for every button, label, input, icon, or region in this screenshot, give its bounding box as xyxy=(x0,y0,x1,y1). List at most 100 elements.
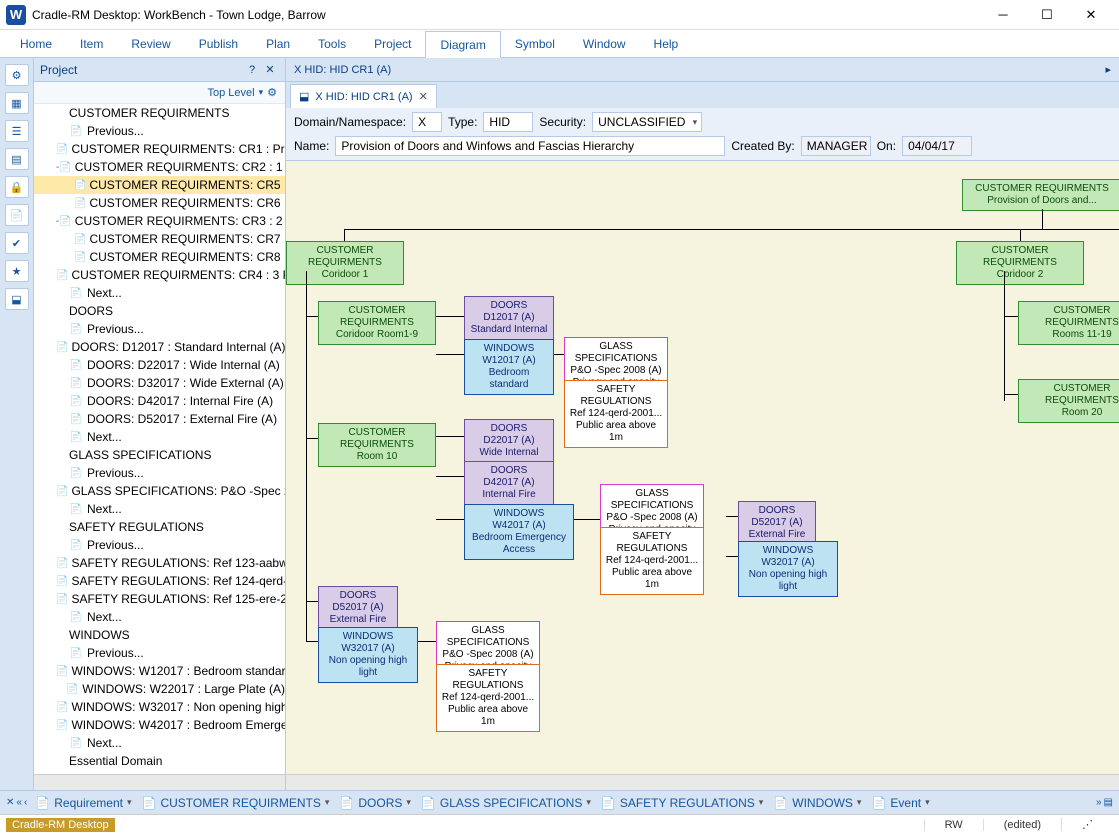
security-select[interactable]: UNCLASSIFIED xyxy=(592,112,702,132)
tree-h-scrollbar[interactable] xyxy=(34,774,285,790)
footer-pill-requirement[interactable]: 📄Requirement▾ xyxy=(35,796,131,810)
footer-pill-doors[interactable]: 📄DOORS▾ xyxy=(339,796,411,810)
footer-pill-event[interactable]: 📄Event▾ xyxy=(871,796,929,810)
tree-item[interactable]: 📄DOORS: D12017 : Standard Internal (A) xyxy=(34,338,285,356)
tree-item[interactable]: 📄Next... xyxy=(34,608,285,626)
tree-item[interactable]: 📄DOORS: D22017 : Wide Internal (A) xyxy=(34,356,285,374)
diagram-node[interactable]: SAFETY REGULATIONSRef 124-qerd-2001...Pu… xyxy=(600,527,704,595)
tree-item[interactable]: 📄Next... xyxy=(34,428,285,446)
tree-category[interactable]: WINDOWS xyxy=(34,626,285,644)
tree-item[interactable]: 📄WINDOWS: W22017 : Large Plate (A) xyxy=(34,680,285,698)
tree-category[interactable]: GLASS SPECIFICATIONS xyxy=(34,446,285,464)
menu-help[interactable]: Help xyxy=(640,30,693,57)
close-button[interactable]: ✕ xyxy=(1069,1,1113,29)
diagram-node[interactable]: CUSTOMER REQUIRMENTSCoridoor 2 xyxy=(956,241,1084,285)
diagram-node[interactable]: CUSTOMER REQUIRMENTSCoridoor 1 xyxy=(286,241,404,285)
menu-diagram[interactable]: Diagram xyxy=(425,31,500,58)
menu-symbol[interactable]: Symbol xyxy=(501,30,569,57)
top-level-dropdown[interactable]: Top Level ▾ ⚙ xyxy=(208,86,278,99)
menu-tools[interactable]: Tools xyxy=(304,30,360,57)
tree-item[interactable]: 📄GLASS SPECIFICATIONS: P&O -Spec 2008 xyxy=(34,482,285,500)
diagram-node[interactable]: CUSTOMER REQUIRMENTSCoridoor Room1-9 xyxy=(318,301,436,345)
diagram-node[interactable]: DOORSD42017 (A)Internal Fire xyxy=(464,461,554,505)
tree-item[interactable]: 📄CUSTOMER REQUIRMENTS: CR1 : Provision xyxy=(34,140,285,158)
type-field[interactable]: HID xyxy=(483,112,533,132)
help-icon[interactable]: ? xyxy=(243,61,261,79)
tab-close-icon[interactable]: ✕ xyxy=(419,90,428,103)
minimize-button[interactable]: ─ xyxy=(981,1,1025,29)
maximize-button[interactable]: ☐ xyxy=(1025,1,1069,29)
diagram-node[interactable]: SAFETY REGULATIONSRef 124-qerd-2001...Pu… xyxy=(564,380,668,448)
diagram-node[interactable]: WINDOWSW42017 (A)Bedroom Emergency Acces… xyxy=(464,504,574,560)
footer-pill-safety-regulations[interactable]: 📄SAFETY REGULATIONS▾ xyxy=(601,796,763,810)
menu-publish[interactable]: Publish xyxy=(185,30,252,57)
menu-item[interactable]: Item xyxy=(66,30,117,57)
tree-item[interactable]: 📄SAFETY REGULATIONS: Ref 123-aabwind-1 xyxy=(34,554,285,572)
diagram-node[interactable]: WINDOWSW12017 (A)Bedroom standard xyxy=(464,339,554,395)
tree-item[interactable]: 📄Next... xyxy=(34,734,285,752)
tree-item[interactable]: 📄WINDOWS: W42017 : Bedroom Emergency xyxy=(34,716,285,734)
menu-window[interactable]: Window xyxy=(569,30,640,57)
tree-item[interactable]: 📄Previous... xyxy=(34,464,285,482)
close-panel-icon[interactable]: ✕ xyxy=(261,61,279,79)
tree-item[interactable]: 📄Next... xyxy=(34,284,285,302)
diagram-node[interactable]: DOORSD52017 (A)External Fire xyxy=(318,586,398,630)
footer-pill-glass-specifications[interactable]: 📄GLASS SPECIFICATIONS▾ xyxy=(421,796,591,810)
diagram-node[interactable]: WINDOWSW32017 (A)Non opening high light xyxy=(318,627,418,683)
tree-item[interactable]: 📄DOORS: D42017 : Internal Fire (A) xyxy=(34,392,285,410)
nav-arrows-right[interactable]: »▤ xyxy=(1096,797,1113,808)
menu-review[interactable]: Review xyxy=(117,30,184,57)
canvas-h-scrollbar[interactable] xyxy=(286,774,1119,790)
tree-category[interactable]: Essential Domain xyxy=(34,752,285,770)
tree-category[interactable]: SAFETY REGULATIONS xyxy=(34,518,285,536)
diagram-node[interactable]: DOORSD52017 (A)External Fire xyxy=(738,501,816,545)
star-icon[interactable]: ★ xyxy=(5,260,29,282)
menu-plan[interactable]: Plan xyxy=(252,30,304,57)
footer-pill-windows[interactable]: 📄WINDOWS▾ xyxy=(773,796,861,810)
grid-icon[interactable]: ▦ xyxy=(5,92,29,114)
tree-item[interactable]: 📄CUSTOMER REQUIRMENTS: CR4 : 3 Reception xyxy=(34,266,285,284)
check-icon[interactable]: ✔ xyxy=(5,232,29,254)
tree-item[interactable]: 📄Previous... xyxy=(34,122,285,140)
menu-home[interactable]: Home xyxy=(6,30,66,57)
tree-item[interactable]: 📄Previous... xyxy=(34,536,285,554)
diagram-node[interactable]: DOORSD12017 (A)Standard Internal xyxy=(464,296,554,340)
tree-item[interactable]: 📄CUSTOMER REQUIRMENTS: CR7 : 2 xyxy=(34,230,285,248)
lock-icon[interactable]: 🔒 xyxy=(5,176,29,198)
diagram-node[interactable]: DOORSD22017 (A)Wide Internal xyxy=(464,419,554,463)
tree-item[interactable]: 📄CUSTOMER REQUIRMENTS: CR5 : 1 xyxy=(34,176,285,194)
tree-item[interactable]: 📄SAFETY REGULATIONS: Ref 124-qerd-2001 xyxy=(34,572,285,590)
list-icon[interactable]: ☰ xyxy=(5,120,29,142)
tree-item[interactable]: 📄DOORS: D32017 : Wide External (A) xyxy=(34,374,285,392)
note-icon[interactable]: 📄 xyxy=(5,204,29,226)
diagram-node[interactable]: CUSTOMER REQUIRMENTSRooms 11-19 xyxy=(1018,301,1119,345)
tree-item[interactable]: 📄CUSTOMER REQUIRMENTS: CR6 : xyxy=(34,194,285,212)
tree-item[interactable]: -📄CUSTOMER REQUIRMENTS: CR2 : 1 Coridoor xyxy=(34,158,285,176)
project-tree[interactable]: CUSTOMER REQUIRMENTS📄Previous...📄CUSTOME… xyxy=(34,104,285,774)
domain-field[interactable]: X xyxy=(412,112,442,132)
tree-category[interactable]: CUSTOMER REQUIRMENTS xyxy=(34,104,285,122)
hierarchy-icon[interactable]: ⬓ xyxy=(5,288,29,310)
tree-item[interactable]: 📄DOORS: D52017 : External Fire (A) xyxy=(34,410,285,428)
diagram-node[interactable]: CUSTOMER REQUIRMENTSRoom 10 xyxy=(318,423,436,467)
tree-item[interactable]: 📄WINDOWS: W32017 : Non opening high xyxy=(34,698,285,716)
tree-item[interactable]: 📄Next... xyxy=(34,500,285,518)
diagram-node[interactable]: SAFETY REGULATIONSRef 124-qerd-2001...Pu… xyxy=(436,664,540,732)
diagram-node[interactable]: CUSTOMER REQUIRMENTSRoom 20 xyxy=(1018,379,1119,423)
diagram-canvas[interactable]: CUSTOMER REQUIRMENTSProvision of Doors a… xyxy=(286,161,1119,774)
tree-category[interactable]: DOORS xyxy=(34,302,285,320)
tree-item[interactable]: 📄Previous... xyxy=(34,320,285,338)
name-field[interactable]: Provision of Doors and Winfows and Fasci… xyxy=(335,136,725,156)
diagram-node[interactable]: CUSTOMER REQUIRMENTSProvision of Doors a… xyxy=(962,179,1119,211)
status-resize-grip[interactable]: ⋰ xyxy=(1061,818,1113,831)
menu-project[interactable]: Project xyxy=(360,30,425,57)
tree-item[interactable]: 📄WINDOWS: W12017 : Bedroom standard xyxy=(34,662,285,680)
tree-item[interactable]: 📄SAFETY REGULATIONS: Ref 125-ere-2008 xyxy=(34,590,285,608)
breadcrumb-expand-icon[interactable]: ▸ xyxy=(1105,63,1111,76)
nav-arrows[interactable]: ✕«‹ xyxy=(6,797,27,808)
tree-item[interactable]: 📄Previous... xyxy=(34,644,285,662)
gear-icon[interactable]: ⚙ xyxy=(5,64,29,86)
calendar-icon[interactable]: ▤ xyxy=(5,148,29,170)
tree-item[interactable]: -📄CUSTOMER REQUIRMENTS: CR3 : 2 Coridoor xyxy=(34,212,285,230)
tree-item[interactable]: 📄CUSTOMER REQUIRMENTS: CR8 : 2 xyxy=(34,248,285,266)
